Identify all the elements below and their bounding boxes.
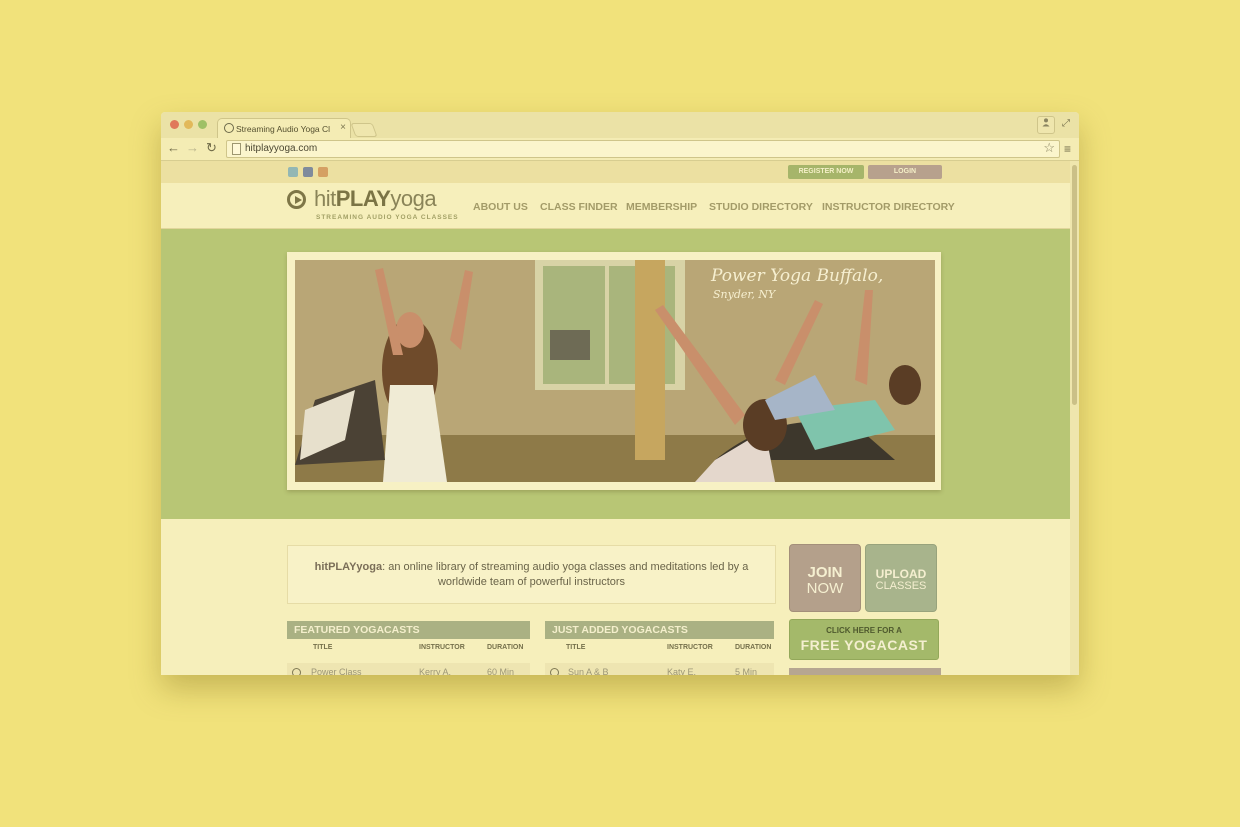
logo-play-icon[interactable] xyxy=(287,190,306,209)
upload-label-line1: UPLOAD xyxy=(875,567,927,581)
free-yogacast-button[interactable]: CLICK HERE FOR A FREE YOGACAST xyxy=(789,619,939,660)
intro-description: : an online library of streaming audio y… xyxy=(382,561,749,588)
nav-membership[interactable]: MEMBERSHIP xyxy=(626,201,697,213)
url-text[interactable]: hitplayyoga.com xyxy=(245,143,317,154)
browser-toolbar: ← → ↻ hitplayyoga.com ☆ ≡ xyxy=(161,138,1079,161)
just-added-col-title: TITLE xyxy=(566,644,586,651)
page-viewport: REGISTER NOW LOGIN hitPLAYyoga STREAMING… xyxy=(161,161,1070,675)
login-button[interactable]: LOGIN xyxy=(868,165,942,179)
facebook-icon[interactable] xyxy=(303,167,313,177)
site-header: hitPLAYyoga STREAMING AUDIO YOGA CLASSES… xyxy=(161,183,1070,229)
zoom-window-button[interactable] xyxy=(198,120,207,129)
fullscreen-icon[interactable]: ⤢ xyxy=(1058,116,1074,132)
tab-strip: Streaming Audio Yoga Cl × ⤢ xyxy=(161,112,1079,139)
just-added-yogacasts-heading: JUST ADDED YOGACASTS xyxy=(545,621,774,639)
bookmark-star-icon[interactable]: ☆ xyxy=(1043,140,1055,156)
user-profile-icon[interactable] xyxy=(1037,116,1055,134)
free-yogacast-label: FREE YOGACAST xyxy=(800,637,928,653)
site-logo[interactable]: hitPLAYyoga xyxy=(314,186,437,212)
just-added-col-duration: DURATION xyxy=(735,644,772,651)
new-tab-button[interactable] xyxy=(350,123,378,137)
yoga-class-illustration xyxy=(295,260,935,482)
intro-brand: hitPLAYyoga xyxy=(314,561,383,573)
sidebar-next-panel xyxy=(789,668,941,675)
featured-row-instructor: Kerry A. xyxy=(419,667,452,675)
hero-caption: Power Yoga Buffalo, xyxy=(711,266,884,286)
browser-menu-icon[interactable]: ≡ xyxy=(1064,142,1071,156)
featured-col-title: TITLE xyxy=(313,644,333,651)
browser-window: Streaming Audio Yoga Cl × ⤢ ← → ↻ hitpla… xyxy=(161,112,1079,675)
hero-banner: Power Yoga Buffalo, Snyder, NY xyxy=(161,229,1070,519)
join-now-button[interactable]: JOIN NOW xyxy=(789,544,861,612)
close-window-button[interactable] xyxy=(170,120,179,129)
tab-title: Streaming Audio Yoga Cl xyxy=(236,124,331,134)
torn-paper-edge xyxy=(161,509,1070,518)
just-added-row-duration: 5 Min xyxy=(735,667,758,675)
play-icon[interactable] xyxy=(292,668,301,675)
page-scrollbar[interactable] xyxy=(1070,161,1079,675)
twitter-icon[interactable] xyxy=(288,167,298,177)
hero-sub-caption: Snyder, NY xyxy=(713,288,776,301)
address-bar[interactable]: hitplayyoga.com ☆ xyxy=(226,140,1060,158)
intro-box: hitPLAYyoga: an online library of stream… xyxy=(287,545,776,604)
browser-tab[interactable]: Streaming Audio Yoga Cl × xyxy=(217,118,351,139)
intro-text: hitPLAYyoga: an online library of stream… xyxy=(298,560,765,590)
favicon-icon xyxy=(224,123,234,133)
hero-photo: Power Yoga Buffalo, Snyder, NY xyxy=(295,260,935,482)
join-label-line1: JOIN xyxy=(807,564,843,581)
featured-row-title[interactable]: Power Class xyxy=(311,667,362,675)
upload-classes-button[interactable]: UPLOAD CLASSES xyxy=(865,544,937,612)
upload-label-line2: CLASSES xyxy=(875,580,927,592)
featured-yogacasts-heading: FEATURED YOGACASTS xyxy=(287,621,530,639)
just-added-row-instructor: Katy E. xyxy=(667,667,697,675)
nav-studio-directory[interactable]: STUDIO DIRECTORY xyxy=(709,201,813,213)
featured-col-duration: DURATION xyxy=(487,644,524,651)
nav-instructor-directory[interactable]: INSTRUCTOR DIRECTORY xyxy=(822,201,955,213)
nav-class-finder[interactable]: CLASS FINDER xyxy=(540,201,618,213)
page-icon xyxy=(232,143,241,155)
minimize-window-button[interactable] xyxy=(184,120,193,129)
play-icon[interactable] xyxy=(550,668,559,675)
forward-icon[interactable]: → xyxy=(186,140,199,155)
site-top-bar: REGISTER NOW LOGIN xyxy=(161,161,1070,183)
just-added-row-title[interactable]: Sun A & B xyxy=(568,667,609,675)
rss-icon[interactable] xyxy=(318,167,328,177)
register-now-button[interactable]: REGISTER NOW xyxy=(788,165,864,179)
just-added-col-instructor: INSTRUCTOR xyxy=(667,644,713,651)
featured-col-instructor: INSTRUCTOR xyxy=(419,644,465,651)
nav-about-us[interactable]: ABOUT US xyxy=(473,201,528,213)
hero-photo-frame: Power Yoga Buffalo, Snyder, NY xyxy=(287,252,941,490)
tab-close-icon[interactable]: × xyxy=(340,122,346,133)
back-icon[interactable]: ← xyxy=(167,140,180,155)
logo-tagline: STREAMING AUDIO YOGA CLASSES xyxy=(316,214,459,221)
featured-row-duration: 60 Min xyxy=(487,667,515,675)
scrollbar-thumb[interactable] xyxy=(1072,165,1077,405)
reload-icon[interactable]: ↻ xyxy=(206,140,217,156)
free-yogacast-small-label: CLICK HERE FOR A xyxy=(826,626,902,635)
join-label-line2: NOW xyxy=(806,580,844,597)
